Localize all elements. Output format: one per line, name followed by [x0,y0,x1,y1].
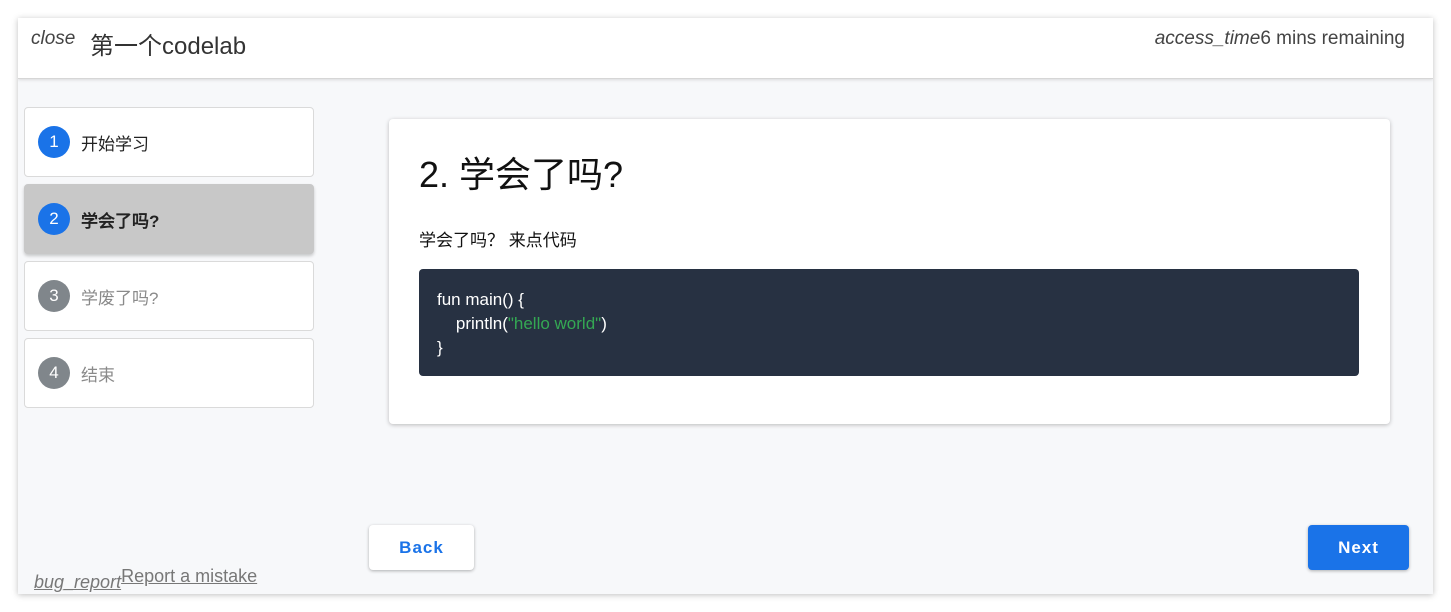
step-item-3[interactable]: 3 学废了吗? [24,261,314,331]
next-button[interactable]: Next [1308,525,1409,570]
step-item-1[interactable]: 1 开始学习 [24,107,314,177]
step-item-4[interactable]: 4 结束 [24,338,314,408]
codelab-window: close 第一个codelab access_time6 mins remai… [18,18,1433,594]
close-icon[interactable]: close [31,28,75,50]
step-title: 2. 学会了吗? [419,154,624,195]
step-number: 1 [38,126,70,158]
time-remaining-text: 6 mins remaining [1260,28,1405,49]
code-line: println("hello world") [437,312,1341,336]
code-line: fun main() { [437,290,524,309]
code-line: } [437,338,443,357]
report-mistake-label: Report a mistake [121,566,258,586]
step-item-2[interactable]: 2 学会了吗? [24,184,314,254]
step-list: 1 开始学习 2 学会了吗? 3 学废了吗? 4 结束 [24,107,314,415]
code-block: fun main() { println("hello world") } [419,269,1359,376]
time-remaining: access_time6 mins remaining [1155,28,1405,50]
report-mistake-link[interactable]: bug_reportReport a mistake [34,566,258,592]
top-bar: close 第一个codelab access_time6 mins remai… [18,18,1433,79]
codelab-title: 第一个codelab [90,33,247,60]
step-label: 学会了吗? [81,211,160,231]
step-text: 学会了吗？ 来点代码 [419,231,577,250]
step-content-card: 2. 学会了吗? 学会了吗？ 来点代码 fun main() { println… [389,119,1390,424]
step-label: 结束 [81,365,115,385]
code-string: "hello world" [507,314,602,333]
step-number: 2 [38,203,70,235]
step-label: 开始学习 [81,134,149,154]
step-number: 3 [38,280,70,312]
code-text: ) [601,314,607,333]
bug-report-icon: bug_report [34,572,122,592]
back-button[interactable]: Back [369,525,474,570]
step-label: 学废了吗? [81,288,159,308]
code-text: println( [437,314,508,333]
access-time-icon: access_time [1154,28,1261,49]
step-number: 4 [38,357,70,389]
